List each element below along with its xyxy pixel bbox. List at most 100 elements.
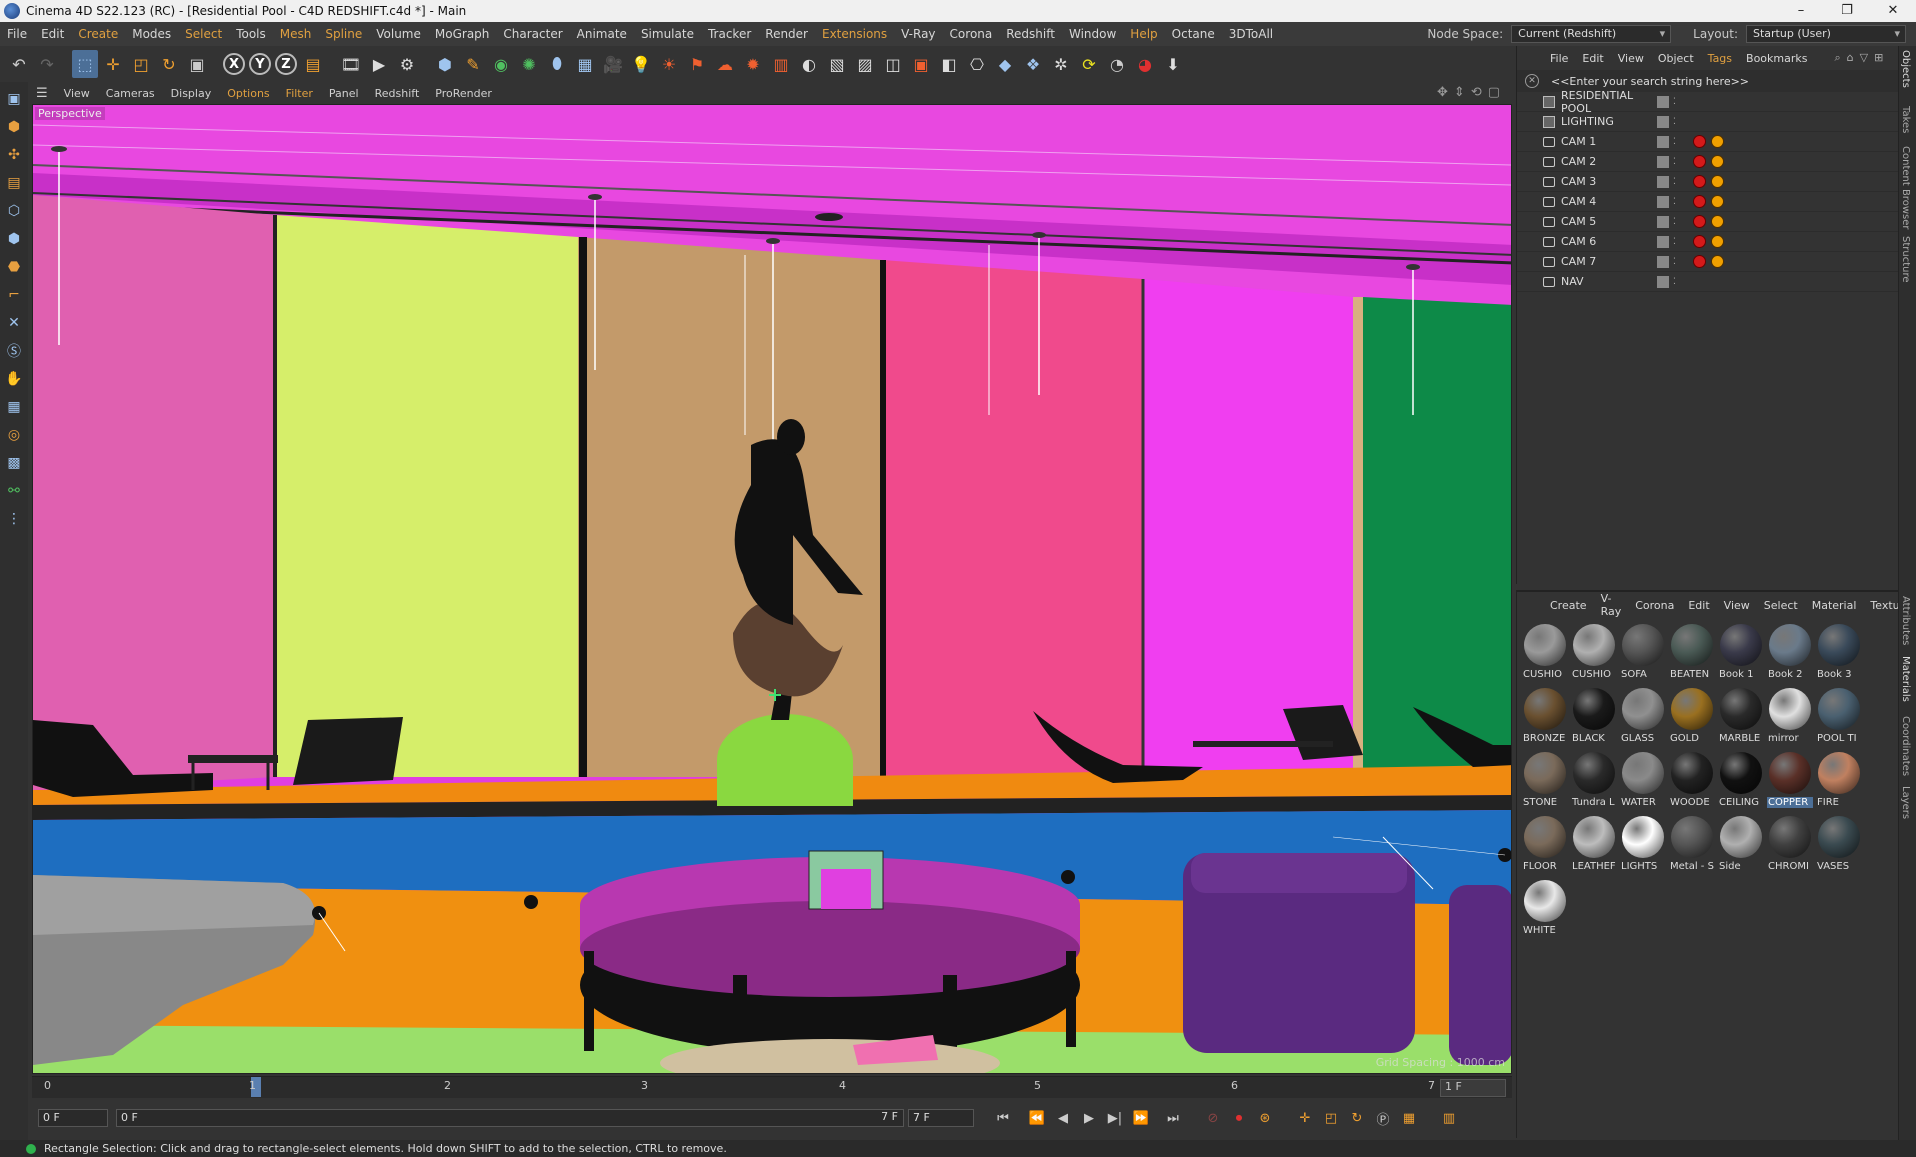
material-swatch[interactable]: Book 2 [1766, 622, 1814, 684]
material-swatch[interactable]: STONE [1521, 750, 1569, 812]
material-swatch[interactable]: CEILING [1717, 750, 1765, 812]
menu-octane[interactable]: Octane [1165, 27, 1222, 41]
redshift-camera-tag-icon[interactable] [1693, 195, 1706, 208]
side-tab-materials[interactable]: Materials [1900, 656, 1911, 702]
object-menu-bookmarks[interactable]: Bookmarks [1739, 52, 1814, 65]
material-preview-ball[interactable] [1818, 624, 1860, 666]
object-name[interactable]: CAM 1 [1561, 135, 1665, 148]
octane-live-viewer-icon[interactable]: ◔ [1104, 50, 1130, 78]
object-row[interactable]: CAM 1 ⁚ [1517, 132, 1898, 152]
object-name[interactable]: CAM 6 [1561, 235, 1665, 248]
protection-tag-icon[interactable] [1711, 215, 1724, 228]
redshift-camera-icon[interactable]: ⚑ [684, 50, 710, 78]
object-name[interactable]: CAM 5 [1561, 215, 1665, 228]
material-label[interactable]: BLACK [1571, 733, 1617, 744]
menu-spline[interactable]: Spline [318, 27, 369, 41]
material-menu-corona[interactable]: Corona [1628, 599, 1681, 612]
record-disabled-icon[interactable]: ⊘ [1200, 1105, 1226, 1131]
current-frame-field[interactable]: 0 F [38, 1109, 108, 1127]
redshift-camera-tag-icon[interactable] [1693, 255, 1706, 268]
recent-tools-icon[interactable]: ▣ [184, 50, 210, 78]
move-tool-icon[interactable]: ✛ [100, 50, 126, 78]
editor-render-visibility-dots-icon[interactable]: ⁚ [1673, 117, 1676, 127]
material-label[interactable]: mirror [1767, 733, 1813, 744]
material-preview-ball[interactable] [1524, 688, 1566, 730]
side-tab-layers[interactable]: Layers [1900, 786, 1911, 819]
menu-file[interactable]: File [0, 27, 34, 41]
object-menu-object[interactable]: Object [1651, 52, 1701, 65]
layer-visibility-icon[interactable] [1657, 135, 1669, 148]
more-tools-icon[interactable]: ⋮ [2, 506, 26, 532]
object-menu-edit[interactable]: Edit [1575, 52, 1610, 65]
object-row[interactable]: CAM 5 ⁚ [1517, 212, 1898, 232]
material-swatch[interactable]: WATER [1619, 750, 1667, 812]
menu-volume[interactable]: Volume [369, 27, 428, 41]
preview-range-start-field[interactable]: 0 F [116, 1109, 904, 1127]
material-preview-ball[interactable] [1622, 624, 1664, 666]
object-row[interactable]: NAV ⁚ [1517, 272, 1898, 292]
material-label[interactable]: Metal - S [1669, 861, 1715, 872]
perspective-viewport[interactable]: Perspective Grid Spacing: 1000 cm [32, 104, 1512, 1074]
menu-mesh[interactable]: Mesh [273, 27, 319, 41]
object-menu-file[interactable]: File [1543, 52, 1575, 65]
viewport-menu-view[interactable]: View [56, 87, 98, 100]
material-preview-ball[interactable] [1720, 688, 1762, 730]
object-name[interactable]: CAM 7 [1561, 255, 1665, 268]
material-menu-edit[interactable]: Edit [1681, 599, 1716, 612]
subdivision-surface-icon[interactable]: ◉ [488, 50, 514, 78]
axis-mode-icon[interactable]: ⌐ [2, 282, 26, 308]
octane-object-icon[interactable]: ❖ [1020, 50, 1046, 78]
protection-tag-icon[interactable] [1711, 155, 1724, 168]
redshift-rv-icon[interactable]: ▣ [908, 50, 934, 78]
object-name[interactable]: LIGHTING [1561, 115, 1665, 128]
menu-window[interactable]: Window [1062, 27, 1123, 41]
viewport-menu-options[interactable]: Options [219, 87, 277, 100]
coordinate-system-icon[interactable]: ▤ [300, 50, 326, 78]
ipr-icon[interactable]: ◫ [880, 50, 906, 78]
sculpt-icon[interactable]: ⚯ [2, 478, 26, 504]
proxy-icon[interactable]: ⎔ [964, 50, 990, 78]
redshift-camera-tag-icon[interactable] [1693, 235, 1706, 248]
material-swatch[interactable]: BLACK [1570, 686, 1618, 748]
material-preview-icon[interactable]: ▧ [824, 50, 850, 78]
undo-icon[interactable]: ↶ [6, 50, 32, 78]
menu-extensions[interactable]: Extensions [815, 27, 894, 41]
object-name[interactable]: CAM 4 [1561, 195, 1665, 208]
key-rotation-icon[interactable]: ↻ [1344, 1105, 1370, 1131]
menu-tracker[interactable]: Tracker [701, 27, 758, 41]
material-preview-ball[interactable] [1671, 688, 1713, 730]
material-swatch[interactable]: LEATHEF [1570, 814, 1618, 876]
object-name[interactable]: CAM 2 [1561, 155, 1665, 168]
layer-visibility-icon[interactable] [1657, 235, 1669, 248]
material-label[interactable]: SOFA [1620, 669, 1666, 680]
editor-render-visibility-dots-icon[interactable]: ⁚ [1673, 277, 1676, 287]
object-row[interactable]: CAM 2 ⁚ [1517, 152, 1898, 172]
layer-visibility-icon[interactable] [1657, 215, 1669, 228]
viewport-navigation-icons[interactable]: ✥⇕⟲▢ [1437, 85, 1506, 100]
material-preview-ball[interactable] [1818, 688, 1860, 730]
material-label[interactable]: Book 1 [1718, 669, 1764, 680]
camera-icon[interactable]: 🎥 [600, 50, 626, 78]
points-mode-icon[interactable]: ⬡ [2, 198, 26, 224]
material-swatch[interactable]: CHROMI [1766, 814, 1814, 876]
viewport-menu-panel[interactable]: Panel [321, 87, 367, 100]
material-label[interactable]: GLASS [1620, 733, 1666, 744]
material-menu-create[interactable]: Create [1543, 599, 1594, 612]
go-to-start-icon[interactable]: ⏮ [990, 1105, 1016, 1131]
material-label[interactable]: POOL TI [1816, 733, 1862, 744]
material-label[interactable]: GOLD [1669, 733, 1715, 744]
object-name[interactable]: RESIDENTIAL POOL [1561, 89, 1665, 115]
material-swatch[interactable]: LIGHTS [1619, 814, 1667, 876]
material-label[interactable]: FLOOR [1522, 861, 1568, 872]
material-menu-select[interactable]: Select [1757, 599, 1805, 612]
protection-tag-icon[interactable] [1711, 195, 1724, 208]
layer-visibility-icon[interactable] [1657, 195, 1669, 208]
next-frame-icon[interactable]: ▶| [1102, 1105, 1128, 1131]
redshift-sky-icon[interactable]: ☁ [712, 50, 738, 78]
redshift-camera-tag-icon[interactable] [1693, 135, 1706, 148]
restore-button[interactable]: ❐ [1824, 0, 1870, 22]
material-preview-ball[interactable] [1818, 752, 1860, 794]
go-to-end-icon[interactable]: ⏭ [1160, 1105, 1186, 1131]
viewport-hamburger-icon[interactable]: ☰ [28, 86, 56, 101]
floor-icon[interactable]: ▦ [572, 50, 598, 78]
